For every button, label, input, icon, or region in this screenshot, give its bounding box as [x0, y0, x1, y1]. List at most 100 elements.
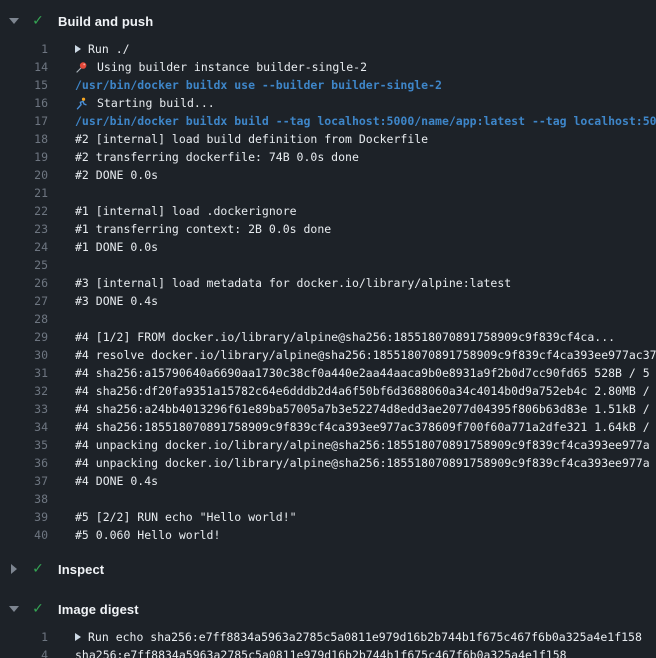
section-header-build-and-push[interactable]: ✓ Build and push: [0, 8, 656, 34]
log-text: #4 sha256:df20fa9351a15782c64e6dddb2d4a6…: [75, 384, 650, 398]
check-icon: ✓: [30, 13, 46, 29]
triangle-right-icon: [8, 564, 20, 574]
check-icon: ✓: [30, 561, 46, 577]
line-number[interactable]: 37: [0, 474, 48, 488]
log-group-toggle[interactable]: Run ./: [75, 42, 130, 56]
section-header-image-digest[interactable]: ✓Image digest: [0, 596, 656, 622]
log-text: #1 [internal] load .dockerignore: [75, 204, 297, 218]
log-line: 26 #3 [internal] load metadata for docker…: [0, 274, 656, 292]
line-number[interactable]: 25: [0, 258, 48, 272]
line-number[interactable]: 32: [0, 384, 48, 398]
log-line: 30 #4 resolve docker.io/library/alpine@sh…: [0, 346, 656, 364]
line-number[interactable]: 20: [0, 168, 48, 182]
line-number[interactable]: 27: [0, 294, 48, 308]
line-number[interactable]: 40: [0, 528, 48, 542]
section-header-inspect[interactable]: ✓ Inspect: [0, 556, 656, 582]
line-number[interactable]: 26: [0, 276, 48, 290]
line-number[interactable]: 33: [0, 402, 48, 416]
log-lines-image-digest: 1 Run echo sha256:e7ff8834a5963a2785c5a08…: [0, 628, 656, 658]
line-number[interactable]: 22: [0, 204, 48, 218]
line-number[interactable]: 38: [0, 492, 48, 506]
section-inspect: ✓ Inspect: [0, 556, 656, 582]
log-line: 1 Run echo sha256:e7ff8834a5963a2785c5a08…: [0, 628, 656, 646]
log-line: 34 #4 sha256:185518070891758909c9f839cf4c…: [0, 418, 656, 436]
log-line: 37 #4 DONE 0.4s: [0, 472, 656, 490]
section-build-and-push: ✓ Build and push 1 Run ./ 14 Using builder in…: [0, 8, 656, 544]
log-line: 18 #2 [internal] load build definition fr…: [0, 130, 656, 148]
log-text: #2 DONE 0.0s: [75, 168, 158, 182]
pushpin-icon: [75, 61, 88, 74]
log-line: 40 #5 0.060 Hello world!: [0, 526, 656, 544]
line-number[interactable]: 14: [0, 60, 48, 74]
log-text: #2 [internal] load build definition from…: [75, 132, 428, 146]
chevron-right-icon: [75, 633, 81, 641]
log-line: 39 #5 [2/2] RUN echo "Hello world!": [0, 508, 656, 526]
log-line: 19 #2 transferring dockerfile: 74B 0.0s d…: [0, 148, 656, 166]
line-number[interactable]: 39: [0, 510, 48, 524]
log-line: 16 Starting build...: [0, 94, 656, 112]
log-line: 33 #4 sha256:a24bb4013296f61e89ba57005a7b…: [0, 400, 656, 418]
log-text: #4 unpacking docker.io/library/alpine@sh…: [75, 456, 650, 470]
log-text: Run echo sha256:e7ff8834a5963a2785c5a081…: [88, 630, 642, 644]
line-number[interactable]: 29: [0, 330, 48, 344]
log-line: 22 #1 [internal] load .dockerignore: [0, 202, 656, 220]
log-text: #2 transferring dockerfile: 74B 0.0s don…: [75, 150, 359, 164]
log-line: 24 #1 DONE 0.0s: [0, 238, 656, 256]
log-line: 31#4 sha256:a15790640a6690aa1730c38cf0a4…: [0, 364, 656, 382]
line-number[interactable]: 36: [0, 456, 48, 470]
line-number[interactable]: 16: [0, 96, 48, 110]
log-line: 4sha256:e7ff8834a5963a2785c5a0811e979d16…: [0, 646, 656, 658]
log-text: #4 sha256:a24bb4013296f61e89ba57005a7b3e…: [75, 402, 650, 416]
log-line: 36 #4 unpacking docker.io/library/alpine@…: [0, 454, 656, 472]
log-line: 35 #4 unpacking docker.io/library/alpine@…: [0, 436, 656, 454]
line-number[interactable]: 17: [0, 114, 48, 128]
log-line: 14 Using builder instance builder-single-…: [0, 58, 656, 76]
log-text: #4 sha256:185518070891758909c9f839cf4ca3…: [75, 420, 650, 434]
line-number[interactable]: 1: [0, 42, 48, 56]
log-text: #3 [internal] load metadata for docker.i…: [75, 276, 511, 290]
section-image-digest: ✓Image digest 1 Run echo sha256:e7ff8834a5…: [0, 596, 656, 658]
log-line: 29 #4 [1/2] FROM docker.io/library/alpine…: [0, 328, 656, 346]
line-number[interactable]: 19: [0, 150, 48, 164]
line-number[interactable]: 30: [0, 348, 48, 362]
line-number[interactable]: 24: [0, 240, 48, 254]
log-text: #4 unpacking docker.io/library/alpine@sh…: [75, 438, 650, 452]
log-text: #5 [2/2] RUN echo "Hello world!": [75, 510, 297, 524]
line-number[interactable]: 1: [0, 630, 48, 644]
log-text: Using builder instance builder-single-2: [97, 60, 367, 74]
log-text: #1 DONE 0.0s: [75, 240, 158, 254]
log-line: 25: [0, 256, 656, 274]
log-line: 23#1 transferring context: 2B 0.0s done: [0, 220, 656, 238]
log-line: 20 #2 DONE 0.0s: [0, 166, 656, 184]
actions-log-viewer: ✓Build and push1Run ./14Using builder in…: [0, 8, 656, 658]
log-text: #3 DONE 0.4s: [75, 294, 158, 308]
log-text: #4 resolve docker.io/library/alpine@sha2…: [75, 348, 656, 362]
log-text: #5 0.060 Hello world!: [75, 528, 220, 542]
line-number[interactable]: 18: [0, 132, 48, 146]
line-number[interactable]: 4: [0, 648, 48, 658]
log-line: 1 Run ./: [0, 40, 656, 58]
log-text: /usr/bin/docker buildx use --builder bui…: [75, 78, 442, 92]
log-text: #4 DONE 0.4s: [75, 474, 158, 488]
triangle-down-icon: [8, 606, 20, 612]
line-number[interactable]: 31: [0, 366, 48, 380]
log-text: #4 [1/2] FROM docker.io/library/alpine@s…: [75, 330, 615, 344]
line-number[interactable]: 23: [0, 222, 48, 236]
log-group-toggle[interactable]: Run echo sha256:e7ff8834a5963a2785c5a081…: [75, 630, 642, 644]
line-number[interactable]: 15: [0, 78, 48, 92]
line-number[interactable]: 21: [0, 186, 48, 200]
log-lines-build-and-push: 1 Run ./ 14 Using builder instance builder-…: [0, 40, 656, 544]
log-text: Starting build...: [97, 96, 215, 110]
triangle-down-icon: [8, 18, 20, 24]
line-number[interactable]: 35: [0, 438, 48, 452]
section-title: Inspect: [58, 562, 104, 577]
section-title: Build and push: [58, 14, 153, 29]
log-line: 15/usr/bin/docker buildx use --builder b…: [0, 76, 656, 94]
chevron-right-icon: [75, 45, 81, 53]
runner-icon: [75, 97, 88, 110]
line-number[interactable]: 34: [0, 420, 48, 434]
log-line: 38: [0, 490, 656, 508]
log-line: 17/usr/bin/docker buildx build --tag loc…: [0, 112, 656, 130]
check-icon: ✓: [30, 601, 46, 617]
line-number[interactable]: 28: [0, 312, 48, 326]
